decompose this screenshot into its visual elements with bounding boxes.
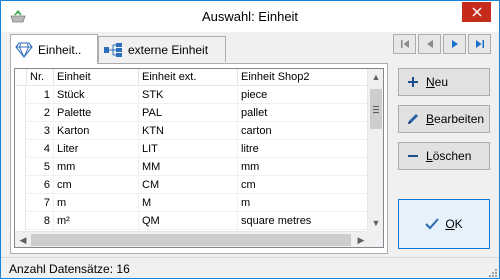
pencil-icon [405,111,421,127]
cell-nr: 4 [27,141,54,158]
row-selector[interactable] [15,141,26,158]
row-selector[interactable] [15,177,26,194]
plus-icon [405,74,421,90]
cell-nr: 8 [27,213,54,230]
edit-button[interactable]: Bearbeiten [398,105,490,133]
record-navigator [393,34,493,54]
cell-einheit: m [54,195,139,212]
cell-einheit-ext: STK [139,87,238,104]
prev-record-button[interactable] [418,34,441,54]
tab-externe-einheit[interactable]: externe Einheit [98,36,226,62]
cell-einheit: Palette [54,105,139,122]
cell-nr: 2 [27,105,54,122]
checkmark-icon [425,218,440,230]
table-row[interactable]: 7mMm [15,195,369,212]
last-icon [475,40,484,48]
last-record-button[interactable] [468,34,491,54]
scroll-down-arrow-icon[interactable]: ▼ [368,215,383,231]
units-grid[interactable]: Nr. Einheit Einheit ext. Einheit Shop2 1… [14,68,384,248]
cell-einheit-shop2: carton [238,123,369,140]
next-record-button[interactable] [443,34,466,54]
delete-button[interactable]: Löschen [398,142,490,170]
cell-nr: 7 [27,195,54,212]
cell-einheit-ext: CM [139,177,238,194]
cell-einheit-ext: QM [139,213,238,230]
tab-einheit[interactable]: Einheit.. [10,34,98,64]
edit-button-label: Bearbeiten [426,112,485,126]
record-count: Anzahl Datensätze: 16 [9,262,130,276]
cell-nr: 5 [27,159,54,176]
new-button-label: Neu [426,75,449,89]
dialog-window: Auswahl: Einheit Einheit.. externe Einhe… [0,0,500,279]
cell-einheit-ext: KTN [139,123,238,140]
vertical-scroll-thumb[interactable] [370,89,382,129]
diamond-icon [15,41,33,58]
cell-einheit: Stück [54,87,139,104]
column-header-einheit[interactable]: Einheit [54,69,139,86]
cell-einheit-ext: MM [139,159,238,176]
ok-button-label: OK [445,217,463,231]
grid-header: Nr. Einheit Einheit ext. Einheit Shop2 [15,69,369,86]
column-header-einheit-shop2[interactable]: Einheit Shop2 [238,69,369,86]
scroll-left-arrow-icon[interactable]: ◀ [15,232,31,247]
horizontal-scroll-thumb[interactable] [31,234,351,246]
column-header-einheit-ext[interactable]: Einheit ext. [139,69,238,86]
cell-einheit-ext: PAL [139,105,238,122]
table-row[interactable]: 3 Karton KTN carton [15,123,369,140]
tab-externe-einheit-label: externe Einheit [128,42,209,57]
row-selector[interactable] [15,87,26,104]
cell-einheit-ext: LIT [139,141,238,158]
window-title: Auswahl: Einheit [201,9,299,24]
cell-einheit: m² [54,213,139,230]
scrollbar-corner [367,231,383,247]
cell-einheit: mm [54,159,139,176]
delete-button-label: Löschen [426,149,472,163]
horizontal-scrollbar[interactable]: ◀ ▶ [15,231,369,247]
cell-nr: 1 [27,87,54,104]
table-row[interactable]: 1 Stück STK piece [15,87,369,104]
table-row[interactable]: 4 Liter LIT litre [15,141,369,158]
cell-einheit: Karton [54,123,139,140]
table-row[interactable]: 8 m² QM square metres [15,213,369,230]
status-bar: Anzahl Datensätze: 16 [1,257,499,278]
row-selector[interactable] [15,159,26,176]
ok-button[interactable]: OK [398,199,490,249]
cell-einheit-shop2: pallet [238,105,369,122]
table-row[interactable]: 2 Palette PAL pallet [15,105,369,122]
column-header-nr[interactable]: Nr. [27,69,54,86]
row-selector[interactable] [15,123,26,140]
next-icon [451,40,458,48]
row-selector[interactable] [15,105,26,122]
tab-panel: Nr. Einheit Einheit ext. Einheit Shop2 1… [10,63,388,254]
close-icon [472,7,481,17]
table-row[interactable]: 5 mm MM mm [15,159,369,176]
cell-nr: 3 [27,123,54,140]
vertical-scrollbar[interactable]: ▲ ▼ [367,69,383,231]
new-button[interactable]: Neu [398,68,490,96]
first-icon [400,40,409,48]
cell-einheit-shop2: piece [238,87,369,104]
row-selector[interactable] [15,213,26,230]
select-column-header [15,69,27,86]
tab-einheit-label: Einheit.. [38,42,82,57]
hierarchy-icon [103,42,123,58]
table-row[interactable]: 6 cm CM cm [15,177,369,194]
close-button[interactable] [462,2,491,22]
cell-einheit: cm [54,177,139,194]
cell-nr: 6 [27,177,54,194]
cell-einheit-shop2: square metres [238,213,369,230]
cell-einheit-shop2: cm [238,177,369,194]
first-record-button[interactable] [393,34,416,54]
minus-icon [405,148,421,164]
cell-einheit-shop2: litre [238,141,369,158]
cell-einheit: Liter [54,141,139,158]
scroll-up-arrow-icon[interactable]: ▲ [368,69,383,85]
cell-einheit-ext: M [139,195,238,212]
prev-icon [426,40,433,48]
cell-einheit-shop2: m [238,195,369,212]
title-bar: Auswahl: Einheit [1,1,499,32]
cell-einheit-shop2: mm [238,159,369,176]
row-selector[interactable] [15,195,26,212]
resize-grip-icon[interactable] [487,266,497,277]
